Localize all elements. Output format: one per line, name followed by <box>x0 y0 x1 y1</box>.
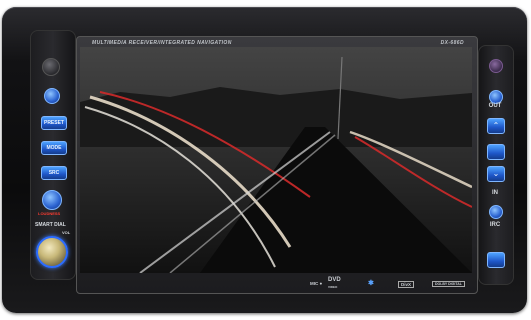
in-label: IN <box>492 190 498 196</box>
eject-button[interactable] <box>489 205 503 219</box>
down-button[interactable]: ⌄ <box>487 166 505 182</box>
divx-logo: DivX <box>398 281 415 288</box>
preset-button[interactable]: PRESET <box>41 116 67 130</box>
dvd-video-logo: VIDEO <box>328 285 338 289</box>
mute-button[interactable] <box>489 90 503 104</box>
bluetooth-icon: ✱ <box>368 280 374 287</box>
info-button[interactable] <box>44 88 60 104</box>
brand-line: MULTIMEDIA RECEIVER/INTEGRATED NAVIGATIO… <box>92 40 232 46</box>
smart-dial-label: SMART DIAL <box>35 222 66 228</box>
right-control-panel <box>478 45 514 285</box>
chevron-up-icon: ⌃ <box>492 121 500 130</box>
loudness-button[interactable] <box>42 190 62 210</box>
night-highway-photo <box>80 47 472 273</box>
dolby-logo: DOLBY DIGITAL <box>432 281 465 287</box>
mic-indicator: MIC ● <box>310 281 323 286</box>
volume-knob[interactable] <box>36 236 68 268</box>
display-screen[interactable] <box>80 47 472 273</box>
chevron-down-icon: ⌄ <box>492 169 500 178</box>
mode-button[interactable]: MODE <box>41 141 67 155</box>
irc-label: IRC <box>489 222 501 228</box>
vol-label: VOL <box>62 230 71 235</box>
select-button[interactable] <box>487 144 505 160</box>
dvd-logo: DVD <box>328 277 341 283</box>
model-name: DX-686D <box>440 40 464 46</box>
up-button[interactable]: ⌃ <box>487 118 505 134</box>
out-label: OUT <box>488 103 502 109</box>
nav-button[interactable] <box>489 59 503 73</box>
power-button[interactable] <box>42 58 60 76</box>
loudness-label: LOUDNESS <box>38 211 61 216</box>
screen-adjust-button[interactable] <box>487 252 505 268</box>
src-button[interactable]: SRC <box>41 166 67 180</box>
